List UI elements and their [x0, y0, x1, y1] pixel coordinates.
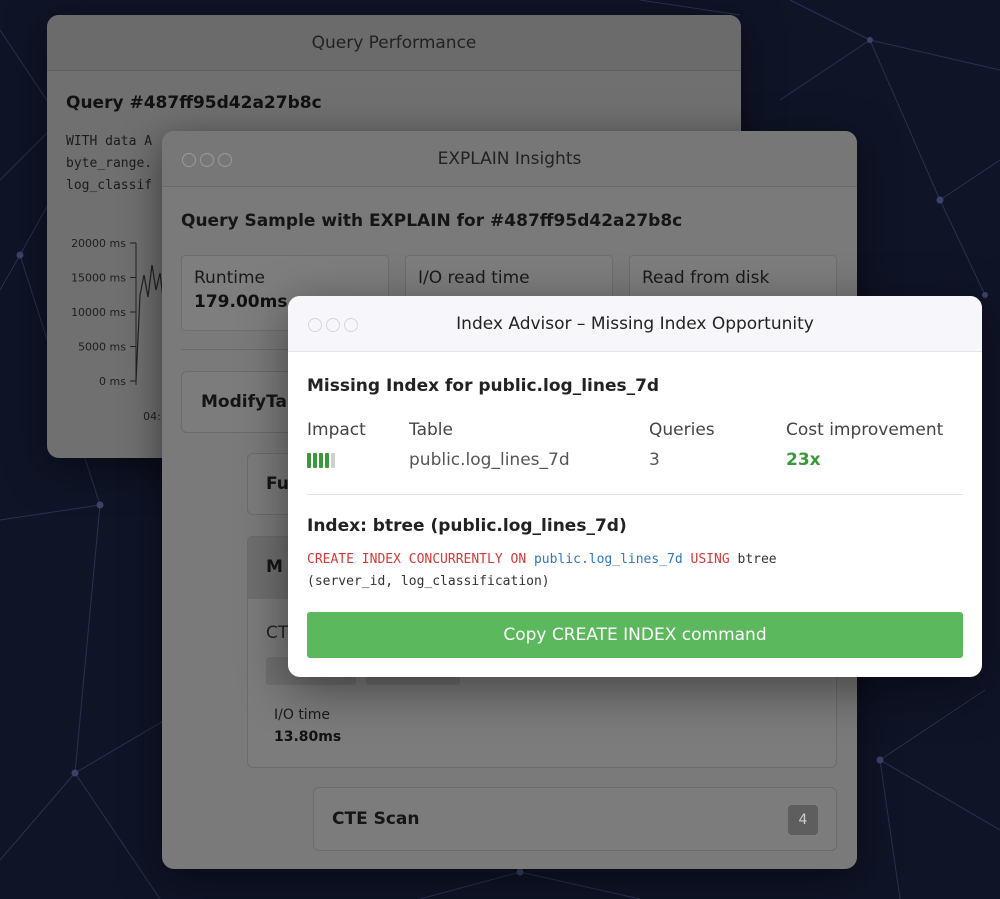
- cte-label: CT: [266, 623, 289, 643]
- close-dot-icon[interactable]: [182, 153, 196, 167]
- stat-label: Read from disk: [642, 268, 770, 288]
- code-line: log_classif: [66, 178, 153, 193]
- window-title: Index Advisor – Missing Index Opportunit…: [456, 313, 814, 334]
- query-code: WITH data A byte_range. log_classif: [66, 131, 152, 197]
- impact-bar: [307, 453, 311, 468]
- y-tick-label: 20000 ms: [71, 237, 126, 250]
- window-title: Query Performance: [311, 32, 477, 53]
- impact-bar: [319, 453, 323, 468]
- y-tick-label: 10000 ms: [71, 306, 126, 319]
- impact-header: Impact: [307, 420, 366, 440]
- index-summary: Impact Table public.log_lines_7d Queries…: [307, 420, 963, 480]
- index-definition-title: Index: btree (public.log_lines_7d): [307, 516, 627, 536]
- maximize-dot-icon[interactable]: [344, 318, 358, 332]
- y-tick-label: 15000 ms: [71, 272, 126, 285]
- titlebar: Query Performance: [47, 15, 741, 71]
- table-header: Table: [409, 420, 453, 440]
- io-time-value: 13.80ms: [274, 729, 342, 745]
- table-value: public.log_lines_7d: [409, 450, 570, 470]
- index-advisor-window: Index Advisor – Missing Index Opportunit…: [288, 296, 982, 677]
- sample-title: Query Sample with EXPLAIN for #487ff95d4…: [181, 211, 683, 231]
- y-tick-label: 5000 ms: [78, 341, 126, 354]
- missing-index-title: Missing Index for public.log_lines_7d: [307, 376, 660, 396]
- sql-keyword: USING: [690, 552, 730, 567]
- copy-create-index-button[interactable]: Copy CREATE INDEX command: [307, 612, 963, 658]
- window-title: EXPLAIN Insights: [437, 148, 582, 169]
- query-title: Query #487ff95d42a27b8c: [66, 93, 322, 113]
- window-controls[interactable]: [308, 318, 358, 332]
- impact-bar: [313, 453, 317, 468]
- queries-column: Queries 3: [649, 420, 715, 470]
- sql-table: public.log_lines_7d: [533, 552, 683, 567]
- table-column: Table public.log_lines_7d: [409, 420, 570, 470]
- node-label: ModifyTab: [201, 392, 300, 412]
- impact-meter: [307, 453, 366, 468]
- code-line: WITH data A: [66, 134, 153, 149]
- titlebar: EXPLAIN Insights: [162, 131, 857, 187]
- y-tick-label: 0 ms: [99, 375, 126, 388]
- sql-columns: (server_id, log_classification): [307, 574, 550, 589]
- stat-label: I/O read time: [418, 268, 530, 288]
- titlebar: Index Advisor – Missing Index Opportunit…: [288, 296, 982, 352]
- maximize-dot-icon[interactable]: [218, 153, 232, 167]
- cost-header: Cost improvement: [786, 420, 944, 440]
- queries-value: 3: [649, 450, 660, 470]
- impact-column: Impact: [307, 420, 366, 468]
- cost-column: Cost improvement 23x: [786, 420, 943, 470]
- plan-node-cte-scan[interactable]: CTE Scan 4: [313, 787, 837, 851]
- impact-bar: [331, 453, 335, 468]
- divider: [307, 494, 963, 495]
- node-label: Fu: [266, 474, 289, 494]
- node-label: CTE Scan: [332, 809, 420, 829]
- sql-keyword: CREATE INDEX CONCURRENTLY ON: [307, 552, 527, 567]
- create-index-sql: CREATE INDEX CONCURRENTLY ON public.log_…: [307, 549, 963, 593]
- close-dot-icon[interactable]: [308, 318, 322, 332]
- window-controls[interactable]: [182, 153, 232, 167]
- stat-label: Runtime: [194, 268, 266, 288]
- impact-bar: [325, 453, 329, 468]
- node-label: M: [266, 557, 283, 577]
- minimize-dot-icon[interactable]: [200, 153, 214, 167]
- sql-method: btree: [737, 552, 777, 567]
- io-time-label: I/O time: [274, 707, 330, 723]
- queries-header: Queries: [649, 420, 715, 440]
- cost-value: 23x: [786, 450, 821, 470]
- minimize-dot-icon[interactable]: [326, 318, 340, 332]
- code-line: byte_range.: [66, 156, 153, 171]
- count-badge: 4: [788, 805, 818, 835]
